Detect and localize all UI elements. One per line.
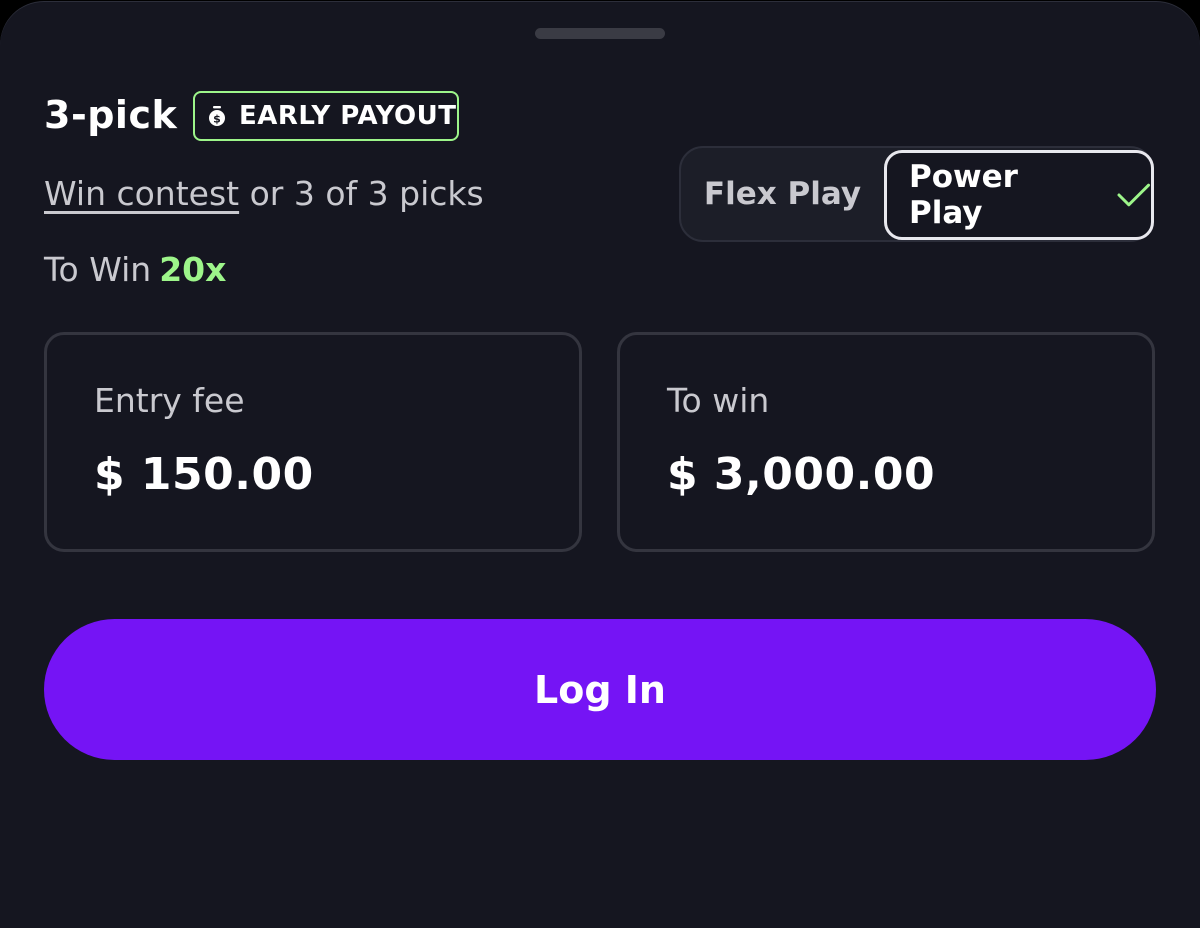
money-bag-icon: $ bbox=[209, 106, 225, 126]
play-type-toggle: Flex Play Power Play bbox=[679, 146, 1154, 242]
early-payout-label: EARLY PAYOUT bbox=[239, 101, 457, 131]
power-play-option[interactable]: Power Play bbox=[884, 150, 1154, 240]
win-condition-text: or 3 of 3 picks bbox=[249, 174, 484, 213]
check-icon bbox=[1117, 183, 1151, 207]
entry-fee-label: Entry fee bbox=[94, 381, 245, 420]
entry-fee-value: $ 150.00 bbox=[94, 449, 314, 500]
drag-handle[interactable] bbox=[535, 28, 665, 39]
to-win-label: To Win bbox=[44, 250, 152, 289]
log-in-button[interactable]: Log In bbox=[44, 619, 1156, 760]
flex-play-option[interactable]: Flex Play bbox=[681, 148, 884, 240]
bottom-sheet: 3-pick $ EARLY PAYOUT Win contest or 3 o… bbox=[0, 2, 1200, 928]
flex-play-label: Flex Play bbox=[703, 176, 862, 212]
entry-fee-card[interactable]: Entry fee $ 150.00 bbox=[44, 332, 582, 552]
to-win-amount-value: $ 3,000.00 bbox=[667, 449, 936, 500]
win-condition: Win contest or 3 of 3 picks bbox=[44, 174, 484, 213]
svg-text:$: $ bbox=[213, 113, 221, 126]
win-contest-link[interactable]: Win contest bbox=[44, 174, 239, 213]
pick-count-title: 3-pick bbox=[44, 93, 178, 137]
to-win-multiplier-row: To Win 20x bbox=[44, 250, 226, 289]
early-payout-badge: $ EARLY PAYOUT bbox=[193, 91, 459, 141]
to-win-card: To win $ 3,000.00 bbox=[617, 332, 1155, 552]
power-play-label: Power Play bbox=[909, 159, 1018, 231]
to-win-amount-label: To win bbox=[667, 381, 770, 420]
multiplier-value: 20x bbox=[159, 250, 227, 289]
